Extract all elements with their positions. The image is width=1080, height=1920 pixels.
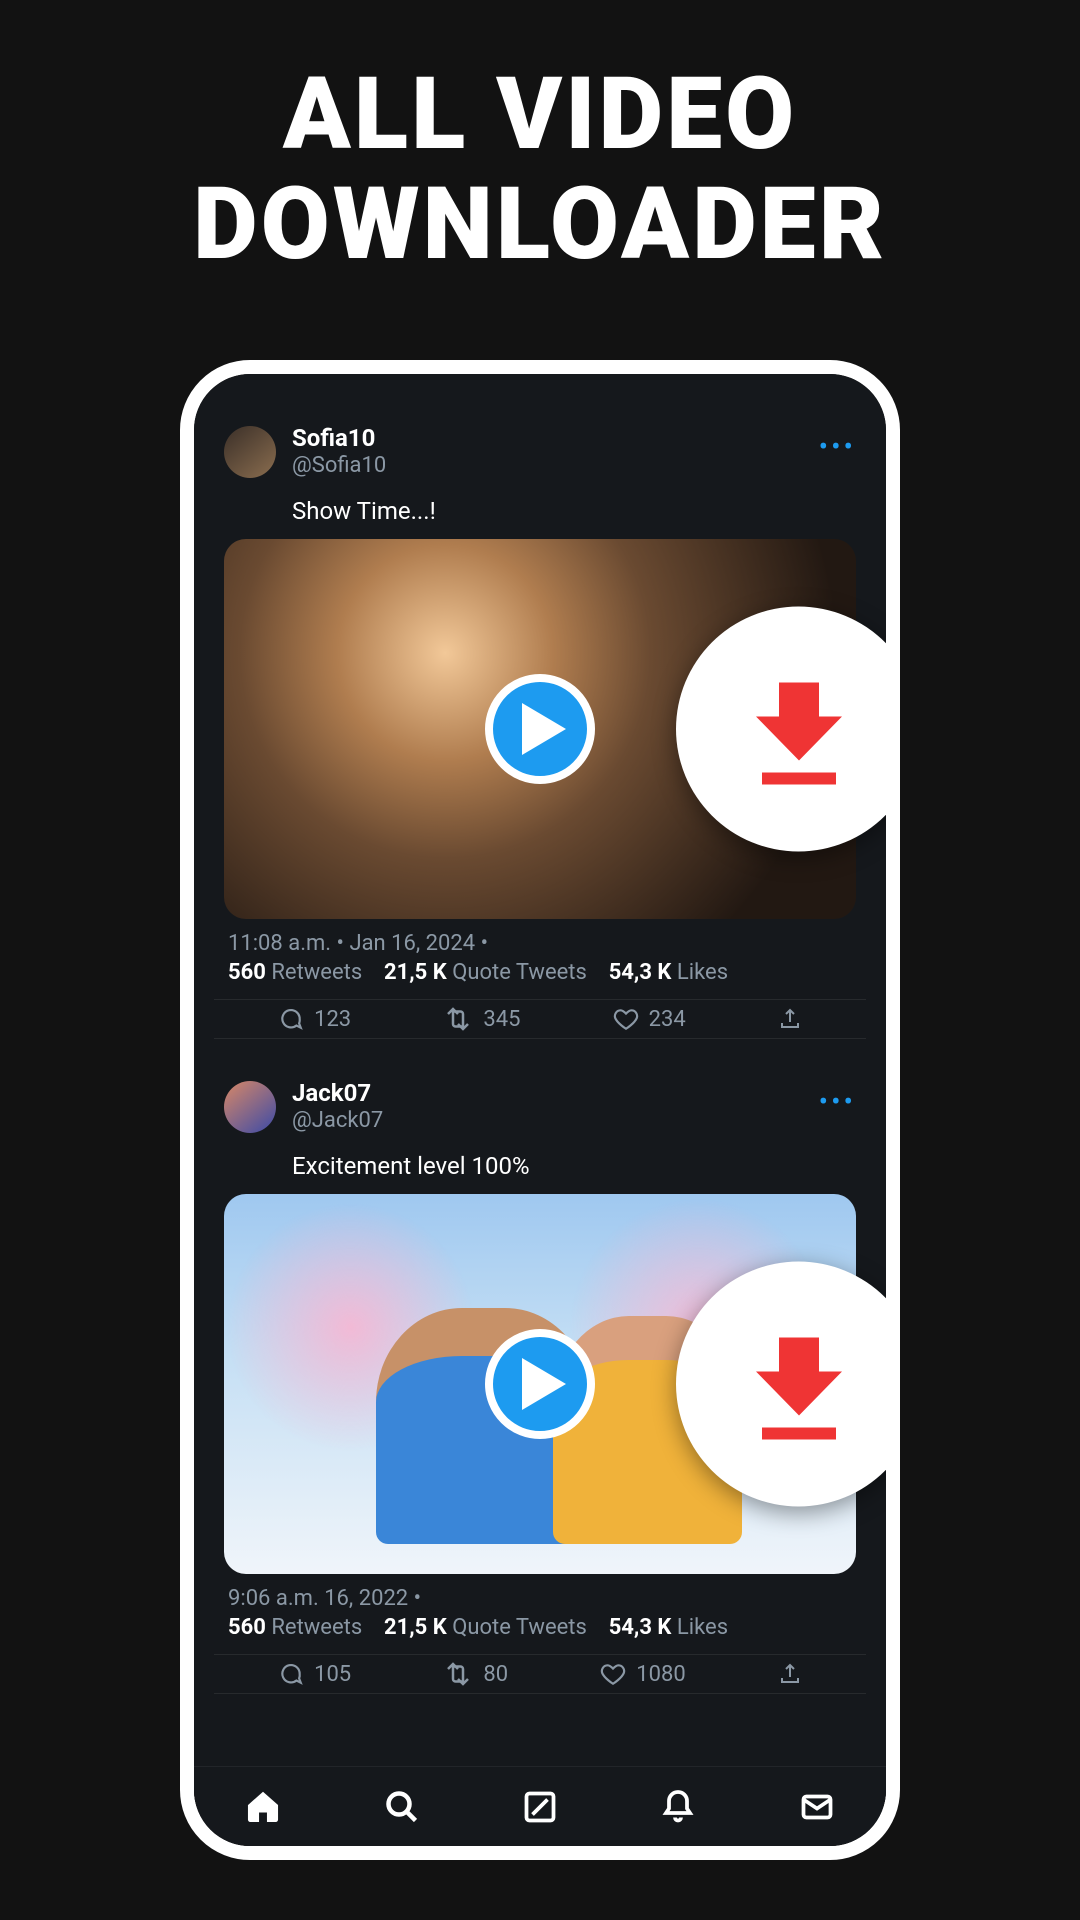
nav-home-icon[interactable] xyxy=(241,1785,285,1829)
post-stats: 560 Retweets 21,5 K Quote Tweets 54,3 K … xyxy=(214,960,866,999)
retweet-action[interactable]: 80 xyxy=(443,1661,508,1687)
more-menu-icon[interactable]: ••• xyxy=(819,1085,856,1118)
reply-action[interactable]: 105 xyxy=(278,1661,351,1687)
post-timestamp: 9:06 a.m. 16, 2022 • xyxy=(214,1574,866,1615)
nav-notifications-icon[interactable] xyxy=(656,1785,700,1829)
device-frame: Sofia10 @Sofia10 ••• Show Time...! xyxy=(180,360,900,1860)
likes-label: Likes xyxy=(677,960,728,985)
play-icon[interactable] xyxy=(485,674,595,784)
reply-action[interactable]: 123 xyxy=(278,1006,351,1032)
post-media[interactable] xyxy=(224,1194,856,1574)
play-icon[interactable] xyxy=(485,1329,595,1439)
avatar[interactable] xyxy=(224,426,276,478)
display-name: Jack07 xyxy=(292,1079,383,1108)
promo-line-2: DOWNLOADER xyxy=(193,166,887,283)
post-header: Jack07 @Jack07 ••• xyxy=(214,1079,866,1146)
retweet-count: 80 xyxy=(483,1662,508,1687)
like-count: 1080 xyxy=(636,1662,685,1687)
quote-tweets-label: Quote Tweets xyxy=(452,1615,587,1640)
share-action[interactable] xyxy=(778,1661,802,1687)
retweets-label: Retweets xyxy=(271,1615,362,1640)
quote-tweets-label: Quote Tweets xyxy=(452,960,587,985)
retweet-count: 345 xyxy=(483,1007,520,1032)
post-media[interactable] xyxy=(224,539,856,919)
promo-headline: ALL VIDEO DOWNLOADER xyxy=(0,0,1080,360)
post-actions: 105 80 1080 xyxy=(214,1654,866,1694)
avatar[interactable] xyxy=(224,1081,276,1133)
retweets-count: 560 xyxy=(228,1615,266,1640)
quote-tweets-count: 21,5 K xyxy=(384,960,447,985)
user-handle: @Jack07 xyxy=(292,1108,383,1134)
post-timestamp: 11:08 a.m. • Jan 16, 2024 • xyxy=(214,919,866,960)
reply-count: 105 xyxy=(314,1662,351,1687)
likes-label: Likes xyxy=(677,1615,728,1640)
retweet-action[interactable]: 345 xyxy=(443,1006,520,1032)
nav-messages-icon[interactable] xyxy=(795,1785,839,1829)
reply-count: 123 xyxy=(314,1007,351,1032)
user-handle: @Sofia10 xyxy=(292,453,386,479)
retweets-label: Retweets xyxy=(271,960,362,985)
like-action[interactable]: 1080 xyxy=(600,1661,685,1687)
more-menu-icon[interactable]: ••• xyxy=(819,430,856,463)
post-text: Show Time...! xyxy=(214,491,866,539)
nav-compose-icon[interactable] xyxy=(518,1785,562,1829)
quote-tweets-count: 21,5 K xyxy=(384,1615,447,1640)
post-stats: 560 Retweets 21,5 K Quote Tweets 54,3 K … xyxy=(214,1615,866,1654)
post-header: Sofia10 @Sofia10 ••• xyxy=(214,424,866,491)
display-name: Sofia10 xyxy=(292,424,386,453)
likes-count: 54,3 K xyxy=(609,960,672,985)
promo-line-1: ALL VIDEO xyxy=(283,56,797,173)
user-block[interactable]: Jack07 @Jack07 xyxy=(292,1079,383,1134)
share-action[interactable] xyxy=(778,1006,802,1032)
post-text: Excitement level 100% xyxy=(214,1146,866,1194)
like-count: 234 xyxy=(649,1007,686,1032)
user-block[interactable]: Sofia10 @Sofia10 xyxy=(292,424,386,479)
bottom-nav xyxy=(194,1766,886,1846)
nav-search-icon[interactable] xyxy=(380,1785,424,1829)
feed-post: Jack07 @Jack07 ••• Excitement level 100% xyxy=(214,1079,866,1694)
post-actions: 123 345 234 xyxy=(214,999,866,1039)
feed-post: Sofia10 @Sofia10 ••• Show Time...! xyxy=(214,424,866,1039)
retweets-count: 560 xyxy=(228,960,266,985)
device-screen: Sofia10 @Sofia10 ••• Show Time...! xyxy=(194,374,886,1846)
likes-count: 54,3 K xyxy=(609,1615,672,1640)
like-action[interactable]: 234 xyxy=(613,1006,686,1032)
social-feed[interactable]: Sofia10 @Sofia10 ••• Show Time...! xyxy=(194,374,886,1846)
